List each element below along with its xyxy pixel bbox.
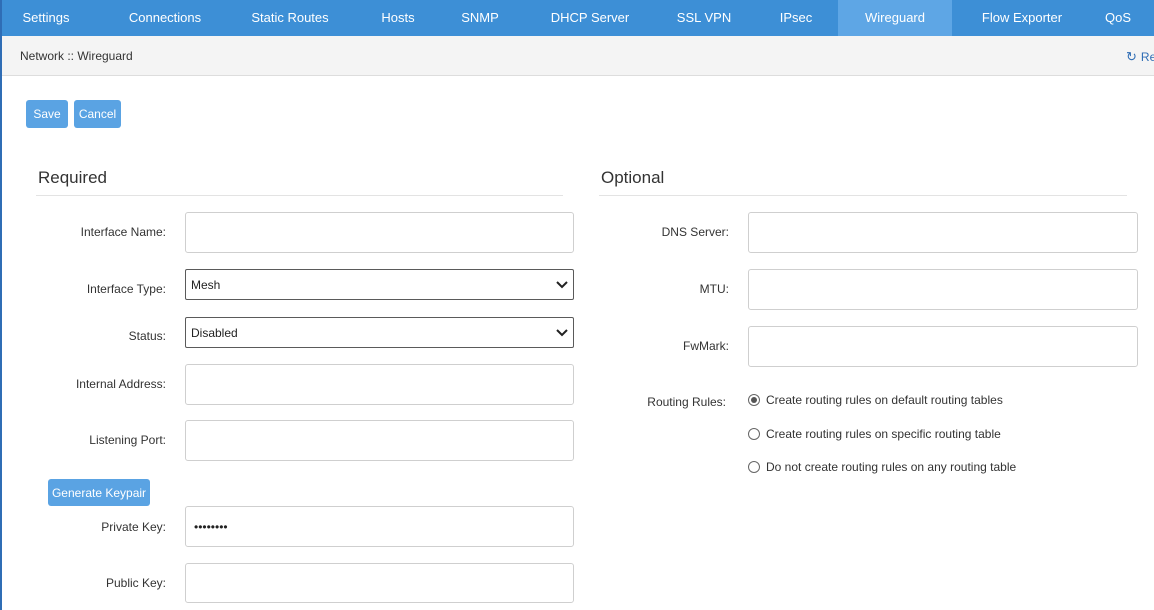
public-key-input[interactable]: [185, 563, 574, 603]
tab-static-routes[interactable]: Static Routes: [238, 0, 342, 36]
optional-section-title: Optional: [601, 168, 665, 187]
mtu-label: MTU:: [699, 282, 729, 296]
internal-address-input[interactable]: [185, 364, 574, 405]
tab-snmp[interactable]: SNMP: [448, 0, 512, 36]
generate-keypair-button[interactable]: Generate Keypair: [48, 479, 150, 506]
tab-connections[interactable]: Connections: [106, 0, 224, 36]
tab-wireguard[interactable]: Wireguard: [838, 0, 952, 36]
interface-type-label: Interface Type:: [86, 282, 166, 296]
fwmark-input[interactable]: [748, 326, 1138, 367]
chevron-down-icon: [556, 281, 568, 289]
routing-option-label: Create routing rules on default routing …: [766, 393, 1003, 407]
breadcrumb-bar: Network :: Wireguard ↻Re: [2, 36, 1154, 76]
top-nav: Settings Connections Static Routes Hosts…: [2, 0, 1154, 36]
optional-divider: [599, 195, 1127, 196]
breadcrumb: Network :: Wireguard: [20, 49, 133, 63]
dns-server-label: DNS Server:: [661, 225, 729, 239]
status-label: Status:: [128, 329, 166, 343]
tab-settings[interactable]: Settings: [2, 0, 90, 36]
dns-server-input[interactable]: [748, 212, 1138, 253]
routing-option-label: Create routing rules on specific routing…: [766, 427, 1001, 441]
tab-qos[interactable]: QoS: [1090, 0, 1146, 36]
interface-name-input[interactable]: [185, 212, 574, 253]
routing-option-label: Do not create routing rules on any routi…: [766, 460, 1017, 474]
radio-icon: [748, 428, 760, 440]
tab-hosts[interactable]: Hosts: [368, 0, 428, 36]
private-key-input[interactable]: [185, 506, 574, 547]
save-button[interactable]: Save: [26, 100, 68, 128]
tab-ipsec[interactable]: IPsec: [766, 0, 826, 36]
radio-icon: [748, 461, 760, 473]
tab-dhcp-server[interactable]: DHCP Server: [534, 0, 646, 36]
mtu-input[interactable]: [748, 269, 1138, 310]
interface-type-value: Mesh: [191, 278, 221, 292]
chevron-down-icon: [556, 329, 568, 337]
listening-port-input[interactable]: [185, 420, 574, 461]
internal-address-label: Internal Address:: [75, 377, 166, 391]
refresh-label: Re: [1140, 50, 1154, 64]
fwmark-label: FwMark:: [683, 339, 729, 353]
private-key-label: Private Key:: [101, 520, 166, 534]
status-select[interactable]: Disabled: [185, 317, 574, 348]
tab-flow-exporter[interactable]: Flow Exporter: [968, 0, 1076, 36]
tab-ssl-vpn[interactable]: SSL VPN: [666, 0, 742, 36]
required-divider: [36, 195, 563, 196]
app-frame: Settings Connections Static Routes Hosts…: [0, 0, 1154, 610]
status-value: Disabled: [191, 326, 238, 340]
routing-rules-label: Routing Rules:: [647, 395, 726, 409]
cancel-button[interactable]: Cancel: [74, 100, 121, 128]
refresh-icon: ↻: [1126, 49, 1137, 64]
listening-port-label: Listening Port:: [89, 433, 166, 447]
interface-name-label: Interface Name:: [80, 225, 166, 239]
refresh-link[interactable]: ↻Re: [1126, 49, 1154, 65]
required-section-title: Required: [38, 168, 107, 187]
radio-selected-icon: [748, 394, 760, 406]
interface-type-select[interactable]: Mesh: [185, 269, 574, 300]
public-key-label: Public Key:: [105, 576, 166, 590]
